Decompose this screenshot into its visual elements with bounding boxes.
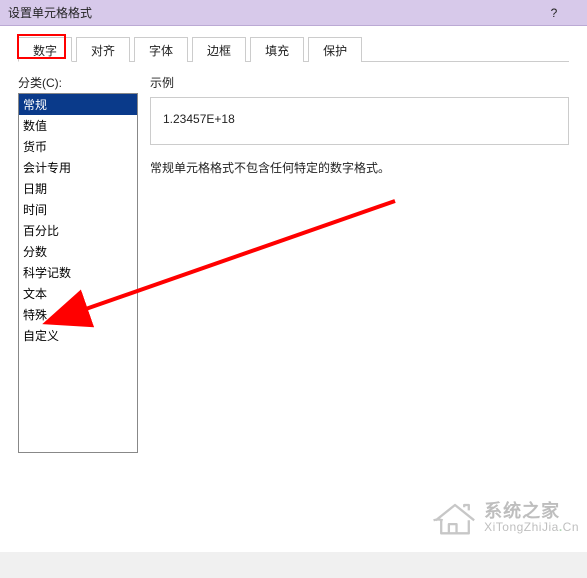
category-listbox[interactable]: 常规数值货币会计专用日期时间百分比分数科学记数文本特殊自定义 — [18, 93, 138, 453]
watermark-line1: 系统之家 — [484, 502, 579, 522]
category-item-3[interactable]: 会计专用 — [19, 157, 137, 178]
content-area: 分类(C): 常规数值货币会计专用日期时间百分比分数科学记数文本特殊自定义 示例… — [18, 74, 569, 453]
category-panel: 分类(C): 常规数值货币会计专用日期时间百分比分数科学记数文本特殊自定义 — [18, 74, 138, 453]
category-label: 分类(C): — [18, 74, 138, 91]
category-item-10[interactable]: 特殊 — [19, 304, 137, 325]
category-item-8[interactable]: 科学记数 — [19, 262, 137, 283]
category-item-7[interactable]: 分数 — [19, 241, 137, 262]
preview-label: 示例 — [150, 74, 569, 91]
tab-1[interactable]: 对齐 — [76, 37, 130, 62]
tab-4[interactable]: 填充 — [250, 37, 304, 62]
watermark-text: 系统之家 XiTongZhiJia.Cn — [484, 502, 579, 535]
watermark-line2: XiTongZhiJia.Cn — [484, 521, 579, 534]
tab-0[interactable]: 数字 — [18, 37, 72, 62]
preview-value: 1.23457E+18 — [163, 112, 235, 126]
dialog-title: 设置单元格格式 — [8, 4, 539, 21]
house-icon — [432, 498, 478, 538]
category-item-9[interactable]: 文本 — [19, 283, 137, 304]
category-item-1[interactable]: 数值 — [19, 115, 137, 136]
category-item-11[interactable]: 自定义 — [19, 325, 137, 346]
detail-panel: 示例 1.23457E+18 常规单元格格式不包含任何特定的数字格式。 — [150, 74, 569, 453]
dialog-body: 数字对齐字体边框填充保护 分类(C): 常规数值货币会计专用日期时间百分比分数科… — [0, 26, 587, 552]
preview-box: 1.23457E+18 — [150, 97, 569, 145]
tab-5[interactable]: 保护 — [308, 37, 362, 62]
category-item-2[interactable]: 货币 — [19, 136, 137, 157]
dialog-titlebar: 设置单元格格式 ? — [0, 0, 587, 26]
category-item-6[interactable]: 百分比 — [19, 220, 137, 241]
watermark: 系统之家 XiTongZhiJia.Cn — [432, 498, 579, 538]
help-button[interactable]: ? — [539, 6, 569, 20]
tab-3[interactable]: 边框 — [192, 37, 246, 62]
format-description: 常规单元格格式不包含任何特定的数字格式。 — [150, 159, 569, 176]
tab-strip: 数字对齐字体边框填充保护 — [18, 36, 569, 62]
category-item-5[interactable]: 时间 — [19, 199, 137, 220]
tab-2[interactable]: 字体 — [134, 37, 188, 62]
category-item-4[interactable]: 日期 — [19, 178, 137, 199]
category-item-0[interactable]: 常规 — [19, 94, 137, 115]
